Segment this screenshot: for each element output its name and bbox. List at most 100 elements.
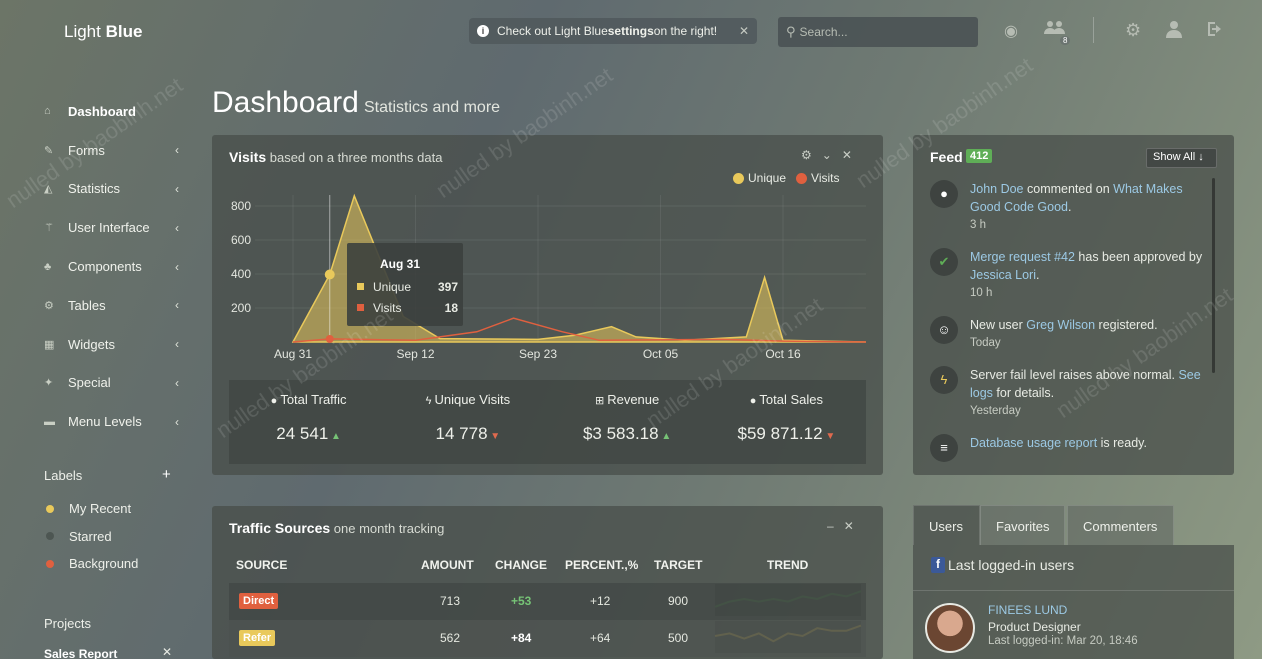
feed-item: ✔ Merge request #42 has been approved by … [930, 248, 1212, 302]
feed-time: Yesterday [970, 405, 1021, 417]
minimize-icon[interactable]: – [827, 519, 844, 533]
total-value: $59 871.12 [737, 424, 823, 443]
plus-square-icon: ⊞ [594, 395, 605, 407]
total-value: 24 541 [276, 424, 329, 443]
total-label: Unique Visits [434, 392, 511, 407]
change-cell: +53 [511, 594, 532, 608]
source-badge: Direct [239, 593, 279, 609]
column-header[interactable]: CHANGE [495, 558, 547, 572]
hover-point-unique [324, 269, 335, 280]
table-row[interactable]: Direct 713 +53 +12 900 [229, 583, 866, 620]
feed-text: New user Greg Wilson registered. Today [970, 316, 1158, 352]
tab-commenters[interactable]: Commenters [1067, 505, 1174, 545]
feed-count-badge: 412 [966, 149, 993, 163]
y-tick-label: 800 [231, 199, 251, 213]
feed-title: Feed [930, 149, 963, 165]
traffic-title: Traffic Sources [229, 520, 331, 536]
feed-link[interactable]: Greg Wilson [1026, 318, 1095, 332]
total-label: Total Traffic [280, 392, 347, 407]
change-cell: +84 [511, 631, 532, 645]
tooltip-unique-label: Unique [373, 279, 412, 294]
feed-time: 10 h [970, 287, 993, 299]
amount-cell: 713 [440, 594, 461, 608]
totals-strip: ● Total Traffic 24 541 ▲ ϟ Unique Visits 14 7… [229, 380, 866, 464]
total-total-traffic: ● Total Traffic 24 541 ▲ [229, 380, 388, 464]
x-tick-label: Oct 05 [643, 347, 679, 361]
feed-time: Today [970, 337, 1001, 349]
percent-cell: +12 [590, 594, 611, 608]
tooltip-unique-value: 397 [437, 279, 458, 294]
chart-tooltip: Aug 31 Unique 397 Visits 18 [347, 243, 463, 326]
user-name[interactable]: FINEES LUND [988, 603, 1067, 617]
percent-cell: +64 [590, 631, 611, 645]
unique-swatch [357, 283, 364, 290]
column-header[interactable]: TREND [767, 558, 808, 572]
feed-text-part: New user [970, 318, 1027, 332]
close-icon[interactable]: ✕ [844, 519, 864, 533]
caret-down-icon: ▼ [822, 431, 836, 442]
user-avatar[interactable] [925, 603, 975, 653]
column-header[interactable]: PERCENT.,% [565, 558, 638, 572]
total-label: Revenue [607, 392, 660, 407]
feed-item: ☺ New user Greg Wilson registered. Today [930, 316, 1212, 352]
caret-up-icon: ▲ [658, 431, 672, 442]
bolt-icon: ϟ [425, 395, 432, 407]
traffic-subtitle: one month tracking [333, 521, 445, 536]
feed-link[interactable]: Database usage report [970, 436, 1097, 450]
source-badge: Refer [239, 630, 276, 646]
total-value: 14 778 [435, 424, 488, 443]
check-icon: ✔ [930, 248, 958, 276]
traffic-tools: –✕ [827, 519, 864, 533]
database-icon: ≡ [930, 434, 958, 462]
users-heading: Last logged-in users [948, 557, 1075, 573]
feed-text: Merge request #42 has been approved by J… [970, 248, 1212, 302]
feed-text-part: has been approved by [1074, 250, 1203, 264]
feed-text: John Doe commented on What Makes Good Co… [970, 180, 1212, 234]
avatar-icon: ☺ [930, 316, 958, 344]
tab-favorites[interactable]: Favorites [980, 505, 1065, 545]
tab-users[interactable]: Users [913, 505, 980, 545]
total-unique-visits: ϟ Unique Visits 14 778 ▼ [388, 380, 547, 464]
user-icon: ● [749, 395, 757, 407]
feed-text-part: commented on [1023, 182, 1114, 196]
user-last-login: Last logged-in: Mar 20, 18:46 [988, 635, 1138, 647]
x-tick-label: Oct 16 [765, 347, 801, 361]
column-header[interactable]: TARGET [654, 558, 702, 572]
comment-icon: ● [930, 180, 958, 208]
target-cell: 900 [668, 594, 689, 608]
feed-link[interactable]: Merge request #42 [970, 250, 1075, 264]
feed-item: ● John Doe commented on What Makes Good C… [930, 180, 1212, 234]
total-row: $59 871.12 ▼ [707, 424, 866, 444]
column-header[interactable]: SOURCE [236, 558, 287, 572]
total-header: ● Total Sales [707, 392, 866, 407]
hover-point-visits [325, 334, 334, 343]
show-all-button[interactable]: Show All ↓ [1146, 148, 1217, 168]
target-cell: 500 [668, 631, 689, 645]
total-row: $3 583.18 ▲ [548, 424, 707, 444]
total-value: $3 583.18 [582, 424, 659, 443]
caret-down-icon: ▼ [487, 431, 501, 442]
user-role: Product Designer [988, 620, 1081, 634]
visits-swatch [357, 304, 364, 311]
feed-link[interactable]: Jessica Lori [970, 268, 1036, 282]
caret-up-icon: ▲ [328, 431, 341, 442]
traffic-header: Traffic Sources one month tracking [229, 520, 444, 536]
table-row[interactable]: Refer 562 +84 +64 500 [229, 620, 866, 657]
total-label: Total Sales [759, 392, 823, 407]
feed-text-part: is ready. [1097, 436, 1147, 450]
total-total-sales: ● Total Sales $59 871.12 ▼ [707, 380, 866, 464]
y-tick-label: 200 [231, 301, 251, 315]
facebook-icon: f [931, 557, 945, 573]
y-tick-label: 400 [231, 267, 251, 281]
column-header[interactable]: AMOUNT [421, 558, 474, 572]
total-revenue: ⊞ Revenue $3 583.18 ▲ [548, 380, 707, 464]
feed-text-part: Server fail level raises above normal. [970, 368, 1179, 382]
amount-cell: 562 [440, 631, 461, 645]
feed-link[interactable]: John Doe [970, 182, 1024, 196]
feed-scrollbar[interactable] [1212, 178, 1215, 373]
tooltip-date: Aug 31 [380, 257, 421, 271]
tooltip-visits-value: 18 [444, 300, 458, 315]
x-tick-label: Aug 31 [274, 347, 312, 361]
show-all-label: Show All [1153, 151, 1196, 163]
total-header: ⊞ Revenue [548, 392, 707, 407]
